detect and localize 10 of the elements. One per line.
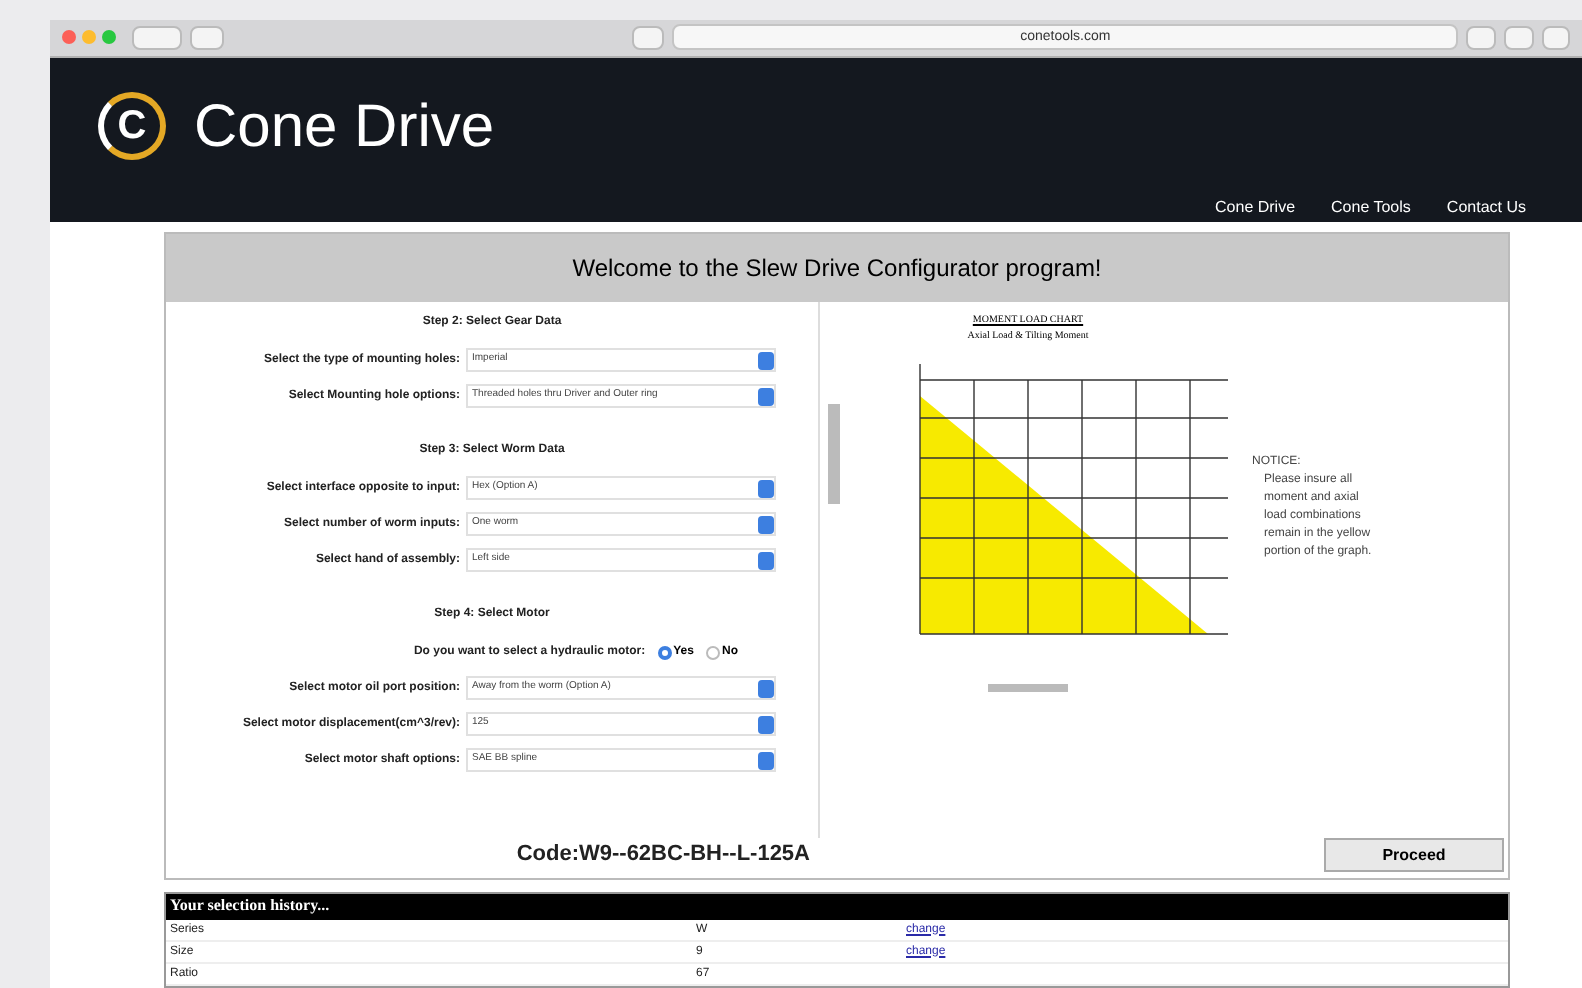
history-title: Your selection history... xyxy=(166,894,1508,920)
configuration-code: Code:W9--62BC-BH--L-125A xyxy=(516,839,810,869)
nav-link[interactable]: Cone Tools xyxy=(1331,195,1411,220)
window-controls-icon[interactable] xyxy=(62,30,116,45)
brand-name: Cone Drive xyxy=(194,91,495,164)
nav-link[interactable]: Contact Us xyxy=(1446,195,1526,220)
panel-title: Welcome to the Slew Drive Configurator program! xyxy=(166,234,1508,302)
nav-link[interactable]: Cone Drive xyxy=(1215,195,1296,220)
logo-mark: C xyxy=(98,92,166,161)
proceed-button[interactable]: Proceed xyxy=(1324,838,1504,872)
